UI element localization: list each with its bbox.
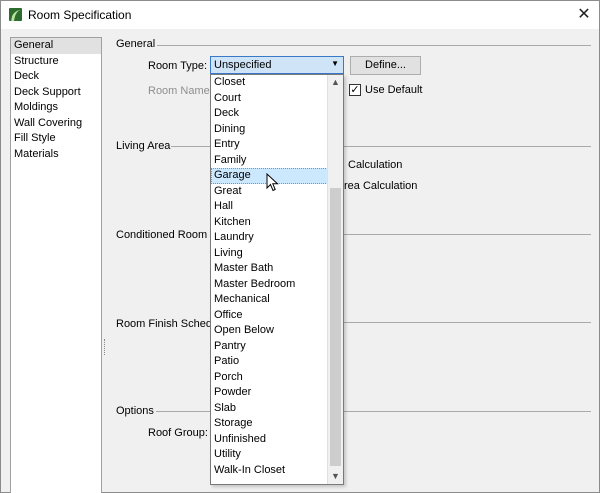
sidebar-item-deck[interactable]: Deck	[11, 69, 101, 85]
options-divider-right	[344, 411, 591, 412]
use-default-label: Use Default	[365, 84, 423, 96]
living-area-divider-right	[344, 146, 591, 147]
dropdown-option-storage[interactable]: Storage	[211, 416, 328, 432]
dropdown-option-mechanical[interactable]: Mechanical	[211, 292, 328, 308]
dropdown-option-slab[interactable]: Slab	[211, 401, 328, 417]
dropdown-option-office[interactable]: Office	[211, 308, 328, 324]
dropdown-option-deck[interactable]: Deck	[211, 106, 328, 122]
living-area-divider-left	[171, 146, 211, 147]
sidebar-item-general[interactable]: General	[11, 38, 101, 54]
dropdown-option-court[interactable]: Court	[211, 91, 328, 107]
dropdown-option-closet[interactable]: Closet	[211, 75, 328, 91]
room-type-value: Unspecified	[214, 59, 272, 71]
dropdown-option-dining[interactable]: Dining	[211, 122, 328, 138]
dropdown-option-living[interactable]: Living	[211, 246, 328, 262]
dropdown-option-kitchen[interactable]: Kitchen	[211, 215, 328, 231]
dropdown-option-master-bedroom[interactable]: Master Bedroom	[211, 277, 328, 293]
dropdown-option-powder[interactable]: Powder	[211, 385, 328, 401]
room-specification-dialog: Room Specification ✕ General Structure Dec…	[0, 0, 600, 493]
dropdown-option-utility[interactable]: Utility	[211, 447, 328, 463]
dropdown-option-hall[interactable]: Hall	[211, 199, 328, 215]
mouse-cursor-icon	[266, 173, 279, 192]
room-type-dropdown[interactable]: Closet Court Deck Dining Entry Family Garage Gr…	[210, 74, 344, 485]
define-button[interactable]: Define...	[350, 56, 421, 75]
living-area-option-1: Calculation	[348, 159, 403, 171]
splitter-grip[interactable]	[104, 339, 107, 355]
conditioned-room-divider	[344, 234, 591, 235]
sidebar-item-moldings[interactable]: Moldings	[11, 100, 101, 116]
general-divider	[157, 45, 591, 46]
dropdown-option-walk-in-closet[interactable]: Walk-In Closet	[211, 463, 328, 479]
dropdown-scrollbar[interactable]: ▲ ▼	[327, 75, 343, 484]
scroll-thumb[interactable]	[330, 188, 341, 466]
category-sidebar: General Structure Deck Deck Support Moldings…	[10, 37, 102, 493]
use-default-checkbox[interactable]: ✓	[349, 84, 361, 96]
room-name-label: Room Name:	[148, 85, 213, 97]
general-section-title: General	[116, 38, 156, 50]
dropdown-option-laundry[interactable]: Laundry	[211, 230, 328, 246]
room-type-label: Room Type:	[148, 60, 208, 72]
dropdown-option-unfinished[interactable]: Unfinished	[211, 432, 328, 448]
dropdown-option-entry[interactable]: Entry	[211, 137, 328, 153]
options-divider-left	[156, 411, 211, 412]
chief-architect-icon	[9, 8, 22, 21]
sidebar-item-deck-support[interactable]: Deck Support	[11, 85, 101, 101]
roof-group-label: Roof Group:	[148, 427, 208, 439]
dropdown-option-pantry[interactable]: Pantry	[211, 339, 328, 355]
sidebar-item-materials[interactable]: Materials	[11, 147, 101, 163]
dropdown-option-porch[interactable]: Porch	[211, 370, 328, 386]
dropdown-option-family[interactable]: Family	[211, 153, 328, 169]
living-area-section-title: Living Area	[116, 140, 171, 152]
conditioned-room-section-title: Conditioned Room	[116, 229, 208, 241]
sidebar-item-fill-style[interactable]: Fill Style	[11, 131, 101, 147]
title-bar: Room Specification ✕	[1, 1, 599, 29]
sidebar-item-structure[interactable]: Structure	[11, 54, 101, 70]
scroll-down-icon[interactable]: ▼	[328, 469, 343, 484]
sidebar-item-wall-covering[interactable]: Wall Covering	[11, 116, 101, 132]
dropdown-option-patio[interactable]: Patio	[211, 354, 328, 370]
room-type-options: Closet Court Deck Dining Entry Family Garage Gr…	[211, 75, 328, 478]
options-section-title: Options	[116, 405, 154, 417]
window-title: Room Specification	[28, 8, 132, 22]
dropdown-option-master-bath[interactable]: Master Bath	[211, 261, 328, 277]
close-button[interactable]: ✕	[569, 1, 599, 29]
room-finish-divider	[344, 322, 591, 323]
scroll-up-icon[interactable]: ▲	[328, 75, 343, 90]
room-type-select[interactable]: Unspecified ▼	[210, 56, 344, 74]
dropdown-option-open-below[interactable]: Open Below	[211, 323, 328, 339]
chevron-down-icon: ▼	[331, 59, 339, 68]
living-area-option-2: rea Calculation	[344, 180, 418, 192]
